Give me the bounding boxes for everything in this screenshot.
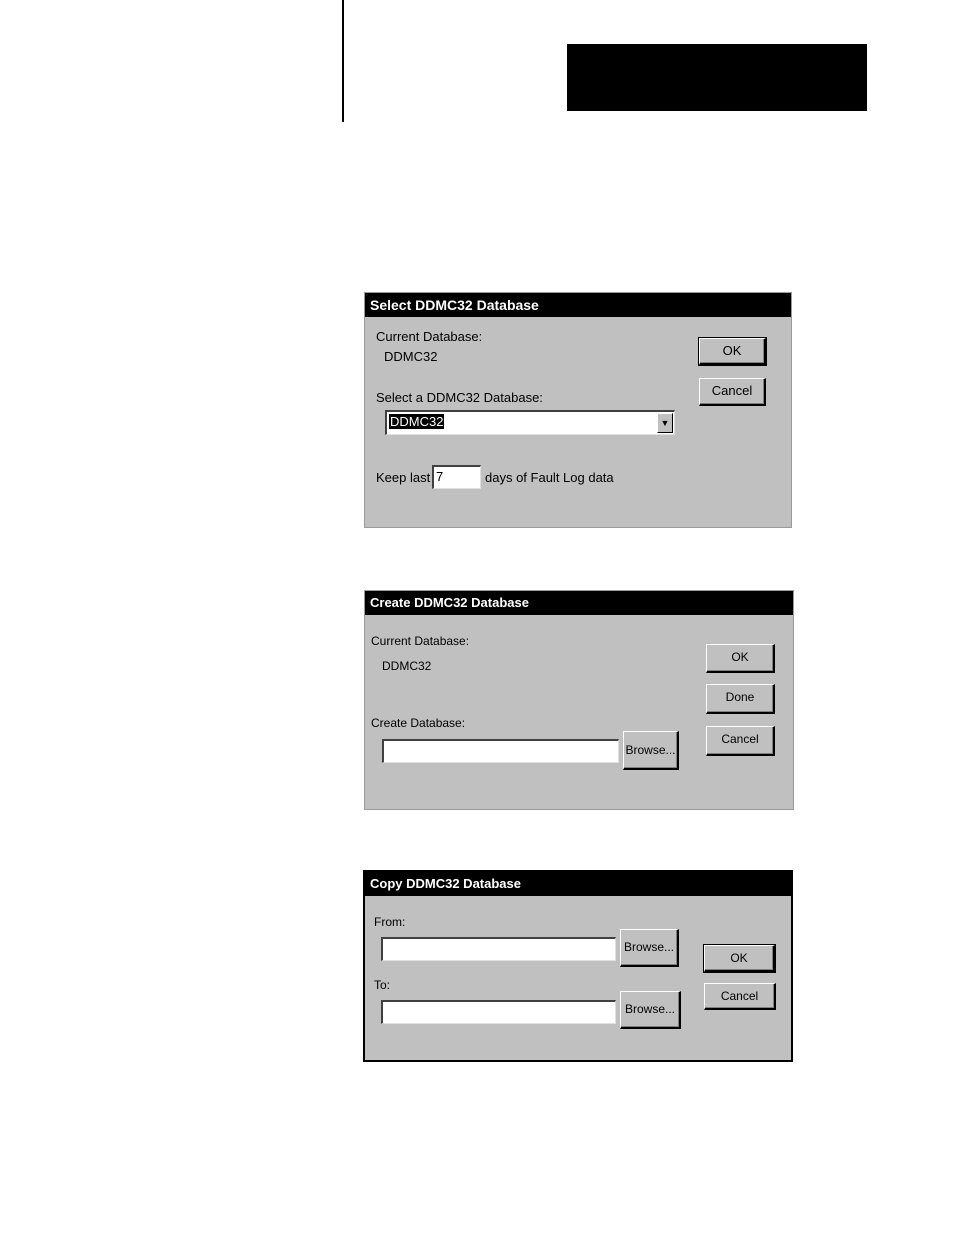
to-input[interactable] [381, 1000, 616, 1024]
select-database-dialog: Select DDMC32 Database Current Database:… [364, 292, 792, 528]
from-label: From: [374, 915, 406, 929]
database-select-value: DDMC32 [389, 414, 445, 429]
create-database-dialog: Create DDMC32 Database Current Database:… [364, 590, 794, 810]
select-dialog-title: Select DDMC32 Database [365, 293, 791, 317]
database-select[interactable]: DDMC32 ▼ [385, 410, 675, 435]
chapter-header-block [567, 44, 867, 111]
current-database-label: Current Database: [376, 329, 483, 344]
browse-to-button[interactable]: Browse... [620, 991, 681, 1029]
from-input[interactable] [381, 937, 616, 961]
page-margin-rule [342, 0, 344, 122]
copy-database-dialog: Copy DDMC32 Database From: Browse... To:… [363, 870, 793, 1062]
cancel-button[interactable]: Cancel [706, 726, 775, 756]
create-database-label: Create Database: [371, 716, 466, 730]
cancel-button[interactable]: Cancel [704, 983, 776, 1010]
current-database-label: Current Database: [371, 634, 470, 648]
chevron-down-icon[interactable]: ▼ [657, 413, 673, 433]
keep-last-label: Keep last [376, 470, 431, 485]
to-label: To: [374, 978, 391, 992]
keep-days-input[interactable]: 7 [432, 465, 481, 489]
ok-button[interactable]: OK [703, 944, 776, 973]
current-database-value: DDMC32 [384, 349, 438, 364]
browse-from-button[interactable]: Browse... [620, 929, 679, 967]
copy-dialog-title: Copy DDMC32 Database [365, 872, 791, 896]
current-database-value: DDMC32 [382, 659, 432, 673]
cancel-button[interactable]: Cancel [699, 378, 766, 406]
create-dialog-title: Create DDMC32 Database [365, 591, 793, 615]
select-database-label: Select a DDMC32 Database: [376, 390, 543, 405]
create-database-input[interactable] [382, 739, 619, 763]
done-button[interactable]: Done [706, 684, 775, 714]
ok-button[interactable]: OK [698, 337, 767, 366]
browse-button[interactable]: Browse... [623, 731, 679, 770]
ok-button[interactable]: OK [706, 644, 775, 673]
fault-log-days-label: days of Fault Log data [485, 470, 614, 485]
